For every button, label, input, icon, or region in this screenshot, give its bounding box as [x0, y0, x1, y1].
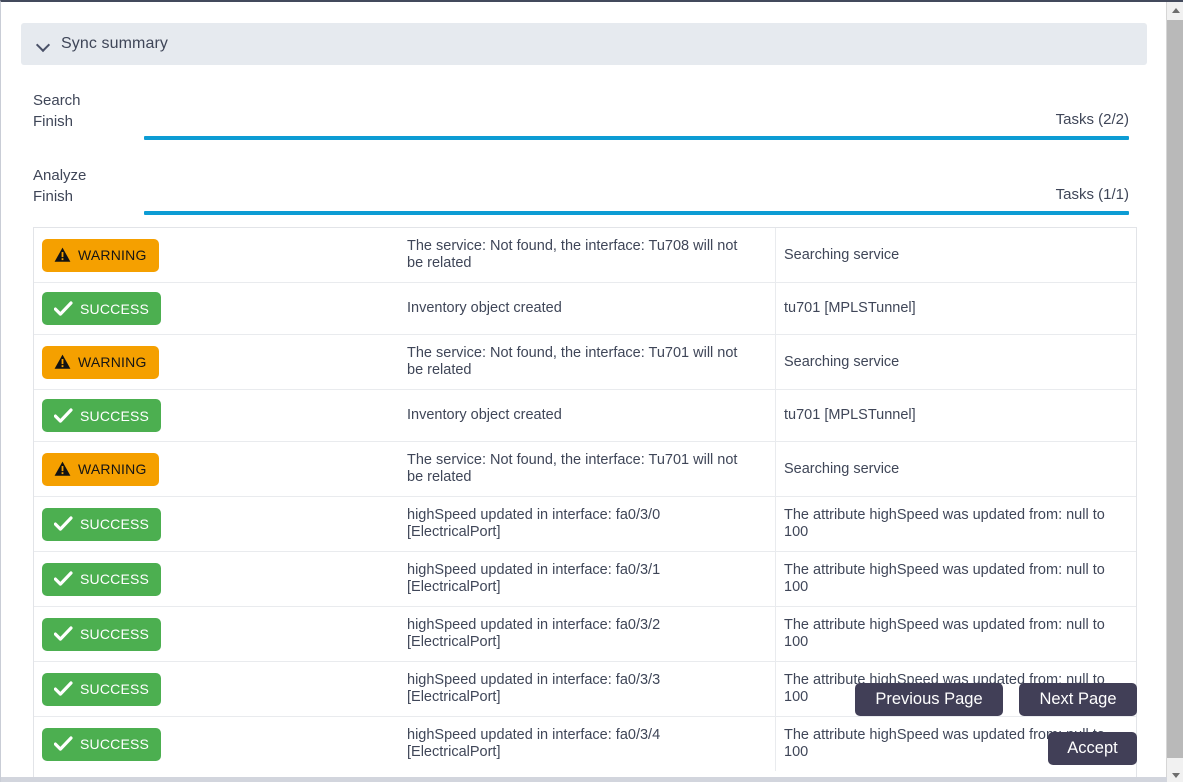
- detail-cell: Searching service: [775, 335, 1136, 389]
- progress-tasks-count-analyze: Tasks (1/1): [1055, 186, 1129, 203]
- scrollbar-thumb[interactable]: [1167, 20, 1183, 758]
- message-cell: Inventory object created: [407, 300, 562, 316]
- table-row: SUCCESS highSpeed updated in interface: f…: [34, 607, 1136, 662]
- message-cell: highSpeed updated in interface: fa0/3/2 …: [407, 617, 661, 650]
- status-badge: SUCCESS: [42, 292, 162, 325]
- status-badge: WARNING: [42, 452, 159, 486]
- message-cell: Inventory object created: [407, 407, 562, 423]
- progress-stage-name: Analyze: [33, 167, 87, 184]
- warning-triangle-icon: [54, 354, 71, 369]
- vertical-scrollbar[interactable]: [1166, 2, 1183, 782]
- status-badge-label: SUCCESS: [80, 626, 150, 642]
- status-cell: WARNING: [34, 337, 407, 388]
- progress-stage-name: Search: [33, 92, 81, 109]
- bottom-strip: [1, 777, 1167, 782]
- status-cell: SUCCESS: [34, 390, 407, 441]
- status-cell: SUCCESS: [34, 554, 407, 605]
- progress-stage-analyze: Analyze Finish: [33, 165, 86, 207]
- scroll-up-arrow-icon: [1171, 8, 1180, 13]
- warning-triangle-icon: [54, 247, 71, 263]
- check-icon: [54, 626, 73, 642]
- table-row: SUCCESS Inventory object created tu701 [MP…: [34, 390, 1136, 442]
- panel-title: Sync summary: [61, 35, 168, 52]
- progress-stage-status: Finish: [33, 113, 74, 130]
- sync-summary-page: Sync summary Search Finish Tasks (2/2) A…: [0, 0, 1183, 782]
- status-cell: WARNING: [34, 444, 407, 495]
- status-badge-label: SUCCESS: [80, 300, 150, 317]
- progress-fill-search: [144, 136, 1129, 140]
- scroll-up-button[interactable]: [1167, 2, 1183, 19]
- check-icon: [54, 516, 73, 531]
- message-cell: highSpeed updated in interface: fa0/3/1 …: [407, 562, 661, 595]
- message-cell: highSpeed updated in interface: fa0/3/0 …: [407, 507, 661, 540]
- status-cell: WARNING: [34, 230, 407, 281]
- table-row: SUCCESS highSpeed updated in interface: f…: [34, 552, 1136, 607]
- progress-stage-search: Search Finish: [33, 90, 81, 132]
- table-row: WARNING The service: Not found, the inter…: [34, 228, 1136, 283]
- message-cell: The service: Not found, the interface: T…: [407, 452, 738, 485]
- status-badge-label: SUCCESS: [80, 571, 150, 587]
- accept-controls: Accept: [1, 732, 1137, 765]
- progress-stage-status: Finish: [33, 188, 74, 205]
- status-badge: SUCCESS: [42, 617, 162, 651]
- table-row: SUCCESS highSpeed updated in interface: f…: [34, 497, 1136, 552]
- progress-labels: Search Finish Tasks (2/2): [33, 90, 1129, 132]
- scroll-down-button[interactable]: [1167, 767, 1183, 782]
- detail-cell: The attribute highSpeed was updated from…: [775, 497, 1136, 551]
- check-icon: [54, 300, 73, 317]
- warning-triangle-icon: [54, 461, 71, 476]
- scroll-down-arrow-icon: [1171, 773, 1180, 778]
- detail-cell: tu701 [MPLSTunnel]: [775, 390, 1136, 441]
- progress-track-search: [144, 136, 1129, 140]
- next-page-button[interactable]: Next Page: [1019, 683, 1137, 716]
- accept-button[interactable]: Accept: [1048, 732, 1137, 765]
- status-badge-label: WARNING: [78, 354, 147, 370]
- warning-triangle-icon: [54, 247, 71, 262]
- status-badge: WARNING: [42, 238, 159, 272]
- status-badge: SUCCESS: [42, 562, 162, 596]
- status-badge-label: SUCCESS: [80, 407, 150, 424]
- pagination-controls: Previous Page Next Page: [1, 683, 1137, 716]
- check-icon: [54, 626, 73, 641]
- status-cell: SUCCESS: [34, 609, 407, 660]
- detail-cell: The attribute highSpeed was updated from…: [775, 607, 1136, 661]
- status-badge: SUCCESS: [42, 399, 162, 432]
- message-cell: The service: Not found, the interface: T…: [407, 345, 738, 378]
- table-row: WARNING The service: Not found, the inter…: [34, 442, 1136, 497]
- progress-labels: Analyze Finish Tasks (1/1): [33, 165, 1129, 207]
- check-icon: [54, 516, 73, 532]
- sync-summary-header[interactable]: Sync summary: [21, 23, 1147, 65]
- status-badge-label: WARNING: [78, 461, 147, 477]
- check-icon: [54, 571, 73, 587]
- progress-track-analyze: [144, 211, 1129, 215]
- status-cell: SUCCESS: [34, 283, 407, 334]
- detail-cell: Searching service: [775, 442, 1136, 496]
- progress-block-analyze: Analyze Finish Tasks (1/1): [33, 165, 1129, 215]
- warning-triangle-icon: [54, 461, 71, 477]
- progress-fill-analyze: [144, 211, 1129, 215]
- detail-cell: Searching service: [775, 228, 1136, 282]
- detail-cell: The attribute highSpeed was updated from…: [775, 552, 1136, 606]
- chevron-down-icon[interactable]: [37, 38, 50, 51]
- detail-cell: tu701 [MPLSTunnel]: [775, 283, 1136, 334]
- table-row: WARNING The service: Not found, the inter…: [34, 335, 1136, 390]
- status-cell: SUCCESS: [34, 499, 407, 550]
- warning-triangle-icon: [54, 354, 71, 370]
- check-icon: [54, 407, 73, 423]
- check-icon: [54, 571, 73, 586]
- status-badge: SUCCESS: [42, 507, 162, 541]
- table-row: SUCCESS Inventory object created tu701 [MP…: [34, 283, 1136, 335]
- status-badge: WARNING: [42, 345, 159, 379]
- message-cell: The service: Not found, the interface: T…: [407, 238, 738, 271]
- progress-tasks-count-search: Tasks (2/2): [1055, 111, 1129, 128]
- previous-page-button[interactable]: Previous Page: [855, 683, 1003, 716]
- check-icon: [54, 300, 73, 316]
- check-icon: [54, 407, 73, 424]
- progress-block-search: Search Finish Tasks (2/2): [33, 90, 1129, 140]
- status-badge-label: SUCCESS: [80, 516, 150, 532]
- status-badge-label: WARNING: [78, 247, 147, 263]
